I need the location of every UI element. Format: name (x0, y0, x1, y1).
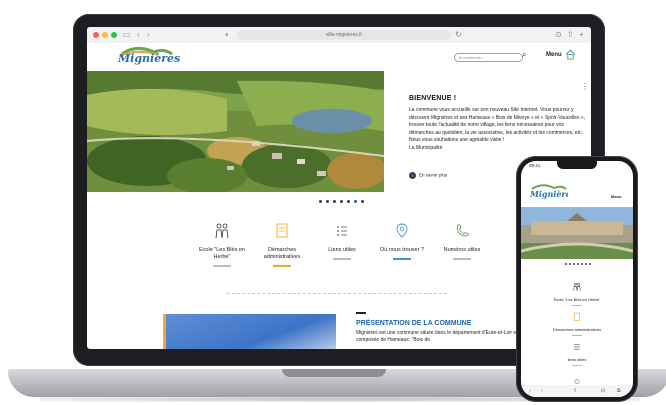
bookmarks-icon[interactable]: ⊟ (601, 385, 605, 397)
welcome-block: BIENVENUE ! La commune vous accueille su… (409, 95, 587, 153)
more-options-icon[interactable]: ⋮ (581, 82, 589, 91)
phone-quick-link-procedures[interactable]: Démarches administratives (521, 309, 633, 336)
share-icon[interactable]: ⇧ (567, 30, 574, 40)
section-divider (227, 293, 447, 294)
slider-dot[interactable] (361, 200, 364, 203)
menu-button[interactable]: Menu (546, 52, 562, 58)
read-more-link[interactable]: › En savoir plus (409, 172, 447, 179)
section-accent-bar (356, 312, 366, 314)
school-children-icon (573, 282, 581, 291)
welcome-wish: Nous vous souhaitons une agréable visite… (409, 137, 505, 144)
phone-slider-dot[interactable] (581, 263, 583, 265)
phone-slider-dot[interactable] (569, 263, 571, 265)
quick-link-underline (453, 258, 471, 260)
phone-slider-dot[interactable] (577, 263, 579, 265)
reload-icon[interactable]: ↻ (455, 30, 462, 40)
welcome-paragraph: La commune vous accueille sur son nouvea… (409, 107, 586, 136)
download-icon[interactable]: ⊙ (555, 30, 562, 40)
phone-slider-dot[interactable] (585, 263, 587, 265)
site-logo[interactable]: Mignières (114, 46, 180, 68)
quick-link-find-us[interactable]: Où nous trouver ? (372, 222, 432, 260)
quick-link-label: Liens utiles (328, 247, 356, 253)
phone-slider-dot[interactable] (573, 263, 575, 265)
logo-hills-icon: Mignières (529, 184, 576, 199)
sidebar-toggle-icon[interactable]: ▭ (123, 30, 131, 40)
phone-icon (456, 224, 469, 237)
phone-slider-dot[interactable] (565, 263, 567, 265)
tabs-icon[interactable]: ⧉ (617, 385, 621, 397)
phone-site-logo[interactable]: Mignières (528, 183, 576, 201)
maximize-window-button[interactable] (111, 32, 117, 38)
quick-link-underline (572, 335, 582, 336)
new-tab-icon[interactable]: + (579, 30, 584, 40)
phone-slider-dot[interactable] (589, 263, 591, 265)
list-icon (574, 344, 580, 350)
map-pin-icon (396, 223, 408, 238)
welcome-title: BIENVENUE ! (409, 95, 457, 102)
slider-dot[interactable] (354, 200, 357, 203)
read-more-label: En savoir plus (419, 172, 448, 178)
quick-link-school[interactable]: Ecole "Les Blés en Herbe" (192, 222, 252, 267)
quick-link-procedures[interactable]: Démarches administratives (252, 222, 312, 267)
list-icon (337, 226, 347, 236)
presentation-title: PRÉSENTATION DE LA COMMUNE (356, 320, 472, 327)
school-children-icon (215, 223, 229, 239)
forward-icon[interactable]: › (541, 385, 543, 397)
forward-icon[interactable]: › (147, 30, 150, 40)
phone-quick-link-label: Démarches administratives (552, 327, 602, 332)
search-icon[interactable]: ⌕ (522, 50, 526, 60)
phone-quick-link-label: liens utiles (567, 357, 587, 362)
shield-icon: ◐ (225, 30, 230, 39)
quick-link-underline (572, 365, 582, 366)
search-placeholder: Je recherche... (458, 55, 485, 60)
quick-link-useful-links[interactable]: Liens utiles (312, 222, 372, 260)
slider-dot[interactable] (326, 200, 329, 203)
back-icon[interactable]: ‹ (137, 30, 140, 40)
welcome-signature: La Municipalité (409, 144, 443, 151)
quick-link-underline (273, 265, 291, 267)
slider-dot[interactable] (319, 200, 322, 203)
quick-link-label: Démarches administratives (263, 247, 301, 260)
site-header: Mignières Je recherche... ⌕ Menu (87, 43, 591, 71)
logo-text: Mignières (118, 52, 181, 65)
phone-logo-text: Mignières (529, 189, 568, 199)
phone-quick-link-useful-links[interactable]: liens utiles (521, 339, 633, 366)
minimize-window-button[interactable] (102, 32, 108, 38)
slider-dot[interactable] (333, 200, 336, 203)
phone-notch (557, 161, 597, 169)
quick-link-underline (393, 258, 411, 260)
phone-quick-link-school[interactable]: Ecole "Les Blés en Herbe" (521, 279, 633, 306)
laptop-notch (282, 369, 386, 377)
document-icon (573, 312, 581, 321)
phone-menu-button[interactable]: Menu (611, 194, 621, 199)
browser-chrome: ▭ ‹ › ◐ ville-mignieres.fr ↻ ⊙ ⇧ + (87, 27, 591, 44)
arrow-right-icon: › (409, 172, 416, 179)
back-icon[interactable]: ‹ (529, 385, 531, 397)
close-window-button[interactable] (93, 32, 99, 38)
address-bar-text: ville-mignieres.fr (325, 32, 363, 38)
quick-link-label: Où nous trouver ? (379, 247, 425, 253)
phone-clock: 09:41 (529, 163, 541, 168)
hero-aerial-photo (87, 71, 384, 192)
quick-link-underline (213, 265, 231, 267)
phone-screen: 09:41 Mignières Menu Ecole "Les Blés en … (521, 161, 633, 397)
phone-hero-photo (521, 207, 633, 259)
quick-link-underline (572, 305, 582, 306)
slider-dot[interactable] (340, 200, 343, 203)
home-menu-icon[interactable] (565, 49, 576, 60)
phone-browser-bar: ‹ › ⇧ ⊟ ⧉ (521, 385, 633, 397)
phone-quick-link-label: Ecole "Les Blés en Herbe" (553, 297, 601, 302)
search-input[interactable]: Je recherche... (454, 53, 523, 62)
quick-link-phone-numbers[interactable]: Numéros utiles (432, 222, 492, 260)
quick-link-underline (333, 258, 351, 260)
document-icon (276, 223, 288, 238)
address-bar[interactable]: ville-mignieres.fr (237, 30, 451, 40)
presentation-image (163, 314, 336, 349)
share-icon[interactable]: ⇧ (573, 385, 577, 397)
quick-link-label: Numéros utiles (443, 247, 481, 253)
slider-dot[interactable] (347, 200, 350, 203)
quick-link-label: Ecole "Les Blés en Herbe" (199, 247, 245, 260)
